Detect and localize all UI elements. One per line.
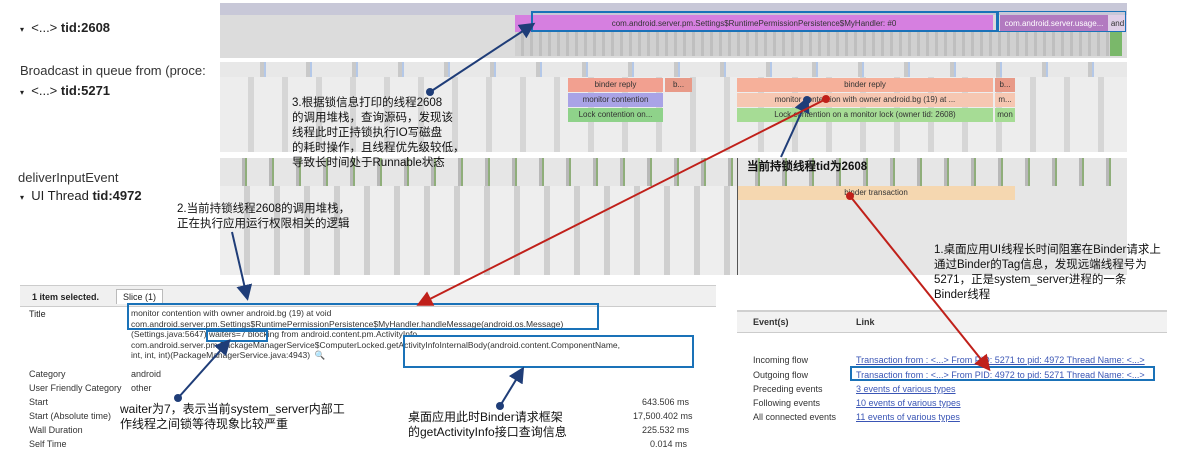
event-label-outgoing: Outgoing flow [753,370,809,380]
event-label-preceding: Preceding events [753,384,823,394]
slice-b-2[interactable]: b... [995,78,1015,92]
field-label-ufc: User Friendly Category [29,383,122,393]
field-label-start: Start [29,397,49,407]
event-link-all[interactable]: 11 events of various types [856,412,960,422]
field-value-category: android [131,369,162,379]
event-link-preceding[interactable]: 3 events of various types [856,384,956,394]
track-prefix: <...> [31,20,58,35]
events-header: Event(s) [753,317,789,327]
track-tid: tid:4972 [92,188,142,203]
note-holder: 当前持锁线程tid为2608 [747,161,868,173]
note-waiter: waiter为7，表示当前system_server内部工 作线程之间锁等待现象比… [120,402,345,431]
slice-m-2[interactable]: m... [995,93,1015,107]
event-link-incoming[interactable]: Transaction from : <...> From PID: 5271 … [856,355,1145,365]
field-value-self: 0.014 ms [650,439,688,449]
track-prefix: <...> [31,83,58,98]
field-value-ufc: other [131,383,152,393]
highlight-title-box [127,303,599,330]
slice-b-1[interactable]: b... [665,78,692,92]
tab-slice[interactable]: Slice (1) [116,289,164,304]
title-label: Title [29,309,46,319]
note-step-1: 1.桌面应用UI线程长时间阻塞在Binder请求上 通过Binder的Tag信息，… [934,244,1161,301]
slice-lock-2[interactable]: Lock contention on a monitor lock (owner… [737,108,993,122]
event-label-all: All connected events [753,412,837,422]
track-ui-thread[interactable]: ▾ UI Thread tid:4972 [20,188,142,203]
note-step-2: 2.当前持锁线程2608的调用堆栈， 正在执行应用运行权限相关的逻辑 [177,203,351,230]
highlight-main-slice [531,11,998,32]
track-name: UI Thread [31,188,89,203]
link-header: Link [856,317,875,327]
field-value-wall: 225.532 ms [642,425,690,435]
note-binder-frame: 桌面应用此时Binder请求框架 的getActivityInfo接口查询信息 [408,410,567,439]
expand-arrow-icon[interactable]: ▾ [20,88,24,97]
event-link-following[interactable]: 10 events of various types [856,398,961,408]
track-tid: tid:5271 [60,83,111,98]
slice-lock-1[interactable]: Lock contention on... [568,108,663,122]
highlight-getactivityinfo-box [403,335,694,368]
event-label-incoming: Incoming flow [753,355,809,365]
highlight-outgoing-link [850,366,1155,381]
expand-arrow-icon[interactable]: ▾ [20,25,24,34]
track-tid-5271[interactable]: ▾ <...> tid:5271 [20,83,110,98]
slice-monitor-2[interactable]: monitor contention with owner android.bg… [737,93,993,107]
slice-binder-reply-1[interactable]: binder reply [568,78,663,92]
note-step-3: 3.根据锁信息打印的线程2608 的调用堆栈，查询源码，发现该 线程此时正持锁执行I… [292,97,465,169]
highlight-usage-slice [998,11,1126,32]
expand-arrow-icon[interactable]: ▾ [20,193,24,202]
field-label-category: Category [29,369,66,379]
track-tid-2608[interactable]: ▾ <...> tid:2608 [20,20,110,35]
track-tid: tid:2608 [60,20,111,35]
slice-monitor-1[interactable]: monitor contention [568,93,663,107]
slice-binder-transaction[interactable]: binder transaction [737,186,1015,200]
field-value-abs-start: 17,500.402 ms [633,411,693,421]
track-title-deliver: deliverInputEvent [18,170,119,185]
slice-mon[interactable]: mon [995,108,1015,122]
search-icon[interactable]: 🔍 [315,350,326,360]
field-label-wall: Wall Duration [29,425,83,435]
event-label-following: Following events [753,398,821,408]
highlight-waiters-box [206,330,268,342]
slice-binder-reply-2[interactable]: binder reply [737,78,993,92]
field-label-self: Self Time [29,439,67,449]
track-title-broadcast: Broadcast in queue from (proce: [20,63,206,78]
field-value-start: 643.506 ms [642,397,690,407]
selection-count: 1 item selected. [32,292,100,302]
field-label-abs-start: Start (Absolute time) [29,411,112,421]
